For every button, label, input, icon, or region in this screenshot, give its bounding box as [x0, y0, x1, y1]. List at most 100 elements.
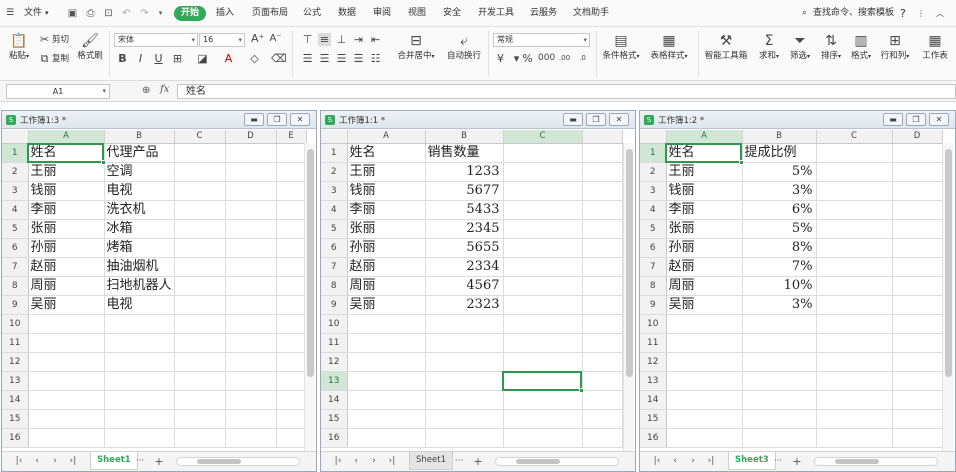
- column-header[interactable]: E: [276, 130, 307, 144]
- grid-cell[interactable]: [892, 276, 943, 296]
- column-header[interactable]: D: [892, 130, 943, 144]
- grid-cell[interactable]: 周丽: [347, 276, 426, 296]
- grid-cell[interactable]: [225, 219, 277, 239]
- grid-cell[interactable]: [742, 371, 817, 391]
- grid-cell[interactable]: [225, 181, 277, 201]
- copy-button[interactable]: 复制: [52, 53, 69, 65]
- close-button[interactable]: ✕: [609, 113, 629, 126]
- restore-button[interactable]: ❐: [906, 113, 926, 126]
- workbook-title-bar[interactable]: S 工作簿1:2 * ▬ ❐ ✕: [640, 111, 955, 129]
- row-header[interactable]: 1: [321, 143, 348, 163]
- grid-cell[interactable]: [174, 143, 226, 163]
- tab-data[interactable]: 数据: [338, 6, 356, 21]
- grid-cell[interactable]: [347, 352, 426, 372]
- smart-toolbox-button[interactable]: ⚒ 智能工具箱: [703, 33, 749, 61]
- grid-cell[interactable]: [816, 181, 893, 201]
- grid-cell[interactable]: 李丽: [28, 200, 105, 220]
- grid-cell[interactable]: [174, 162, 226, 182]
- grid-cell[interactable]: [742, 428, 817, 448]
- grid-cell[interactable]: [582, 200, 623, 220]
- menu-icon[interactable]: ☰: [6, 6, 14, 21]
- grid-cell[interactable]: 5655: [425, 238, 504, 258]
- cut-button[interactable]: 剪切: [52, 34, 69, 46]
- column-header[interactable]: [582, 130, 623, 144]
- grid-cell[interactable]: [582, 390, 623, 410]
- row-header[interactable]: 2: [2, 162, 29, 182]
- grid-cell[interactable]: [276, 257, 307, 277]
- row-header[interactable]: 12: [640, 352, 667, 372]
- tab-review[interactable]: 审阅: [373, 6, 391, 21]
- row-header[interactable]: 14: [640, 390, 667, 410]
- grid-cell[interactable]: [503, 409, 583, 429]
- workbook-window-2[interactable]: S 工作簿1:1 * ▬ ❐ ✕ A B C 1 姓名 销售数量 2 王丽 1233 3 钱丽 567…: [320, 110, 636, 472]
- grid-cell[interactable]: [892, 409, 943, 429]
- sheet-tab[interactable]: Sheet3: [728, 452, 776, 470]
- grid-cell[interactable]: [503, 276, 583, 296]
- grid-cell[interactable]: [816, 352, 893, 372]
- grid-cell[interactable]: [276, 390, 307, 410]
- grid-cell[interactable]: [347, 333, 426, 353]
- column-header[interactable]: A: [347, 130, 426, 144]
- grid-cell[interactable]: [582, 162, 623, 182]
- row-header[interactable]: 9: [321, 295, 348, 315]
- grid-cell[interactable]: [225, 162, 277, 182]
- grid-cell[interactable]: [582, 409, 623, 429]
- first-sheet-icon[interactable]: |‹: [14, 455, 24, 468]
- more-icon[interactable]: ⋮: [917, 6, 925, 21]
- grid-cell[interactable]: [582, 333, 623, 353]
- first-sheet-icon[interactable]: |‹: [652, 455, 662, 468]
- grid-cell[interactable]: [225, 352, 277, 372]
- last-sheet-icon[interactable]: ›|: [706, 455, 716, 468]
- workbook-title-bar[interactable]: S 工作簿1:3 * ▬ ❐ ✕: [2, 111, 316, 129]
- row-header[interactable]: 3: [2, 181, 29, 201]
- help-icon[interactable]: ?: [900, 6, 906, 21]
- grid-cell[interactable]: 钱丽: [666, 181, 743, 201]
- grid-cell[interactable]: [582, 352, 623, 372]
- tab-cloud[interactable]: 云服务: [530, 6, 557, 21]
- tab-security[interactable]: 安全: [443, 6, 461, 21]
- grid-cell[interactable]: [225, 409, 277, 429]
- grid-cell[interactable]: [225, 257, 277, 277]
- font-size-select[interactable]: 16 ▾: [199, 33, 245, 47]
- grid-cell[interactable]: 烤箱: [104, 238, 175, 258]
- grid-cell[interactable]: [666, 352, 743, 372]
- grid-cell[interactable]: [174, 257, 226, 277]
- grid-cell[interactable]: [425, 428, 504, 448]
- number-format-select[interactable]: 常规 ▾: [493, 33, 590, 47]
- outdent-icon[interactable]: ⇤: [369, 33, 382, 46]
- column-header[interactable]: C: [503, 130, 583, 144]
- italic-icon[interactable]: I: [134, 52, 147, 65]
- grid-cell[interactable]: [816, 200, 893, 220]
- next-sheet-icon[interactable]: ›: [50, 455, 60, 468]
- row-header[interactable]: 8: [2, 276, 29, 296]
- minimize-button[interactable]: ▬: [244, 113, 264, 126]
- zoom-icon[interactable]: ⊕: [142, 85, 150, 96]
- grid-cell[interactable]: 周丽: [28, 276, 105, 296]
- align-middle-icon[interactable]: ≡: [318, 33, 331, 46]
- sheet-tab[interactable]: Sheet1: [90, 452, 138, 470]
- sort-button[interactable]: ⇅ 排序▾: [818, 33, 844, 61]
- close-button[interactable]: ✕: [929, 113, 949, 126]
- grid-cell[interactable]: [347, 314, 426, 334]
- grid-cell[interactable]: [892, 314, 943, 334]
- grid-cell[interactable]: [582, 371, 623, 391]
- grid-cell[interactable]: [104, 409, 175, 429]
- grid-cell[interactable]: [276, 428, 307, 448]
- grid-cell[interactable]: [503, 333, 583, 353]
- grid-cell[interactable]: [503, 314, 583, 334]
- file-menu[interactable]: 文件: [24, 6, 42, 21]
- grid-cell[interactable]: 4567: [425, 276, 504, 296]
- grid-cell[interactable]: [816, 143, 893, 163]
- grid-cell[interactable]: 孙丽: [666, 238, 743, 258]
- row-header[interactable]: 2: [640, 162, 667, 182]
- grid-cell[interactable]: 吴丽: [28, 295, 105, 315]
- grid-cell[interactable]: [225, 143, 277, 163]
- chevron-down-icon[interactable]: ▾: [45, 6, 49, 21]
- increase-decimal-icon[interactable]: .00: [558, 52, 571, 65]
- grid-cell[interactable]: [582, 257, 623, 277]
- scroll-thumb[interactable]: [516, 459, 560, 464]
- conditional-format-button[interactable]: ▤ 条件格式▾: [600, 33, 642, 61]
- scroll-thumb[interactable]: [197, 459, 241, 464]
- tab-doc-assistant[interactable]: 文档助手: [573, 6, 609, 21]
- row-header[interactable]: 7: [640, 257, 667, 277]
